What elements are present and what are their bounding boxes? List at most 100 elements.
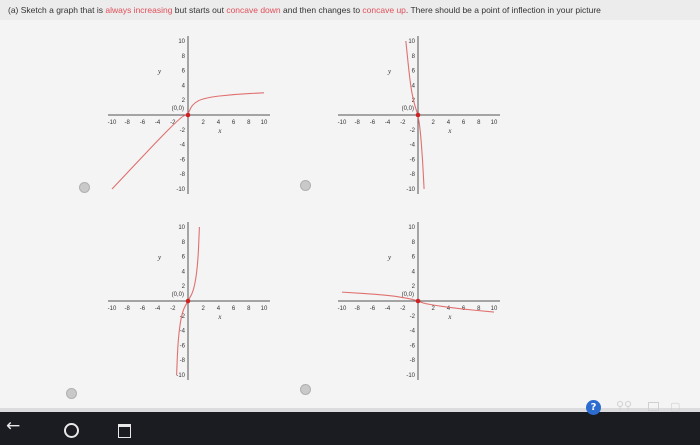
y-tick-label: 8 <box>182 240 186 246</box>
people-icon[interactable]: ⚲⚲ <box>616 399 632 412</box>
x-tick-label: 4 <box>217 306 221 312</box>
y-axis-label: y <box>157 254 162 262</box>
x-tick-label: 10 <box>491 306 498 312</box>
radio-option-a[interactable] <box>79 182 90 193</box>
taskbar: ← ? ⚲⚲ ▢ <box>0 399 700 445</box>
battery-icon: ▢ <box>670 400 681 413</box>
y-tick-label: 8 <box>412 240 416 246</box>
origin-label: (0,0) <box>402 106 414 112</box>
prompt-always-increasing: always increasing <box>105 5 173 15</box>
x-tick-label: -10 <box>108 306 117 312</box>
y-axis-label: y <box>387 68 392 76</box>
radio-option-d[interactable] <box>300 384 311 395</box>
origin-label: (0,0) <box>402 292 414 298</box>
x-tick-label: 8 <box>247 306 251 312</box>
x-tick-label: 10 <box>491 120 498 126</box>
y-tick-label: -6 <box>180 343 186 349</box>
x-tick-label: -2 <box>170 306 176 312</box>
origin-label: (0,0) <box>172 292 184 298</box>
x-tick-label: -2 <box>400 306 406 312</box>
x-tick-label: -6 <box>140 306 146 312</box>
y-tick-label: -6 <box>410 157 416 163</box>
y-tick-label: -10 <box>406 187 415 193</box>
x-tick-label: 6 <box>462 120 466 126</box>
y-tick-label: -8 <box>410 358 416 364</box>
coordinate-plane: -10 -8 -6 -4 -2 2 4 6 8 10108642-2-4-6-8-10yx(0,0… <box>108 36 270 194</box>
prompt-text-3: and then changes to <box>280 5 363 15</box>
y-tick-label: 2 <box>182 98 186 104</box>
prompt-concave-up: concave up <box>362 5 406 15</box>
x-tick-label: -6 <box>140 120 146 126</box>
prompt-concave-down: concave down <box>226 5 281 15</box>
x-tick-label: 2 <box>202 120 206 126</box>
x-axis-label: x <box>447 127 452 135</box>
x-tick-label: -2 <box>400 120 406 126</box>
answer-area: -10 -8 -6 -4 -2 2 4 6 8 10 10 8 6 4 2 -2 -4 -6 -8 -10 y x (0,0… <box>0 20 700 408</box>
x-tick-label: 10 <box>261 306 268 312</box>
x-tick-label: -4 <box>385 306 391 312</box>
cortana-ring-icon[interactable] <box>64 423 79 438</box>
y-tick-label: 6 <box>182 255 186 261</box>
x-tick-label: -8 <box>125 120 131 126</box>
help-icon[interactable]: ? <box>586 400 601 415</box>
notification-icon[interactable] <box>648 402 659 411</box>
question-prompt: (a) Sketch a graph that is always increa… <box>0 0 700 20</box>
y-tick-label: -10 <box>406 373 415 379</box>
back-arrow-icon[interactable]: ← <box>6 416 20 436</box>
y-tick-label: -6 <box>410 343 416 349</box>
x-tick-label: -4 <box>385 120 391 126</box>
coordinate-plane: -10 -8 -6 -4 -2 2 4 6 8 10108642-2-4-6-8-10yx(0,0… <box>338 222 500 380</box>
y-tick-label: 6 <box>182 69 186 75</box>
x-tick-label: 2 <box>432 306 436 312</box>
y-tick-label: -2 <box>410 128 416 134</box>
x-tick-label: 10 <box>261 120 268 126</box>
prompt-text-4: . There should be a point of inflection … <box>405 5 601 15</box>
y-tick-label: 10 <box>408 39 415 45</box>
x-tick-label: -6 <box>370 306 376 312</box>
coordinate-plane: -10 -8 -6 -4 -2 2 4 6 8 10108642-2-4-6-8-10yx(0,0… <box>108 222 270 380</box>
x-tick-label: -4 <box>155 306 161 312</box>
prompt-text-2: but starts out <box>172 5 227 15</box>
inflection-point <box>415 112 421 118</box>
inflection-point <box>185 112 191 118</box>
y-tick-label: -4 <box>410 329 416 335</box>
y-tick-label: 8 <box>182 54 186 60</box>
inflection-point <box>415 298 421 304</box>
task-view-icon[interactable] <box>118 424 131 438</box>
radio-option-c[interactable] <box>66 388 77 399</box>
y-tick-label: 2 <box>412 284 416 290</box>
x-tick-label: -8 <box>125 306 131 312</box>
y-tick-label: -8 <box>180 358 186 364</box>
x-tick-label: -8 <box>355 306 361 312</box>
x-tick-label: 8 <box>247 120 251 126</box>
y-tick-label: 4 <box>412 83 416 89</box>
y-tick-label: -8 <box>410 172 416 178</box>
graph-option-c: -10 -8 -6 -4 -2 2 4 6 8 10 10 8 6 4 2 -2 -4 -6 -8 -10 y x (0,0… <box>80 216 270 381</box>
x-axis-label: x <box>447 313 452 321</box>
graph-option-d: -10 -8 -6 -4 -2 2 4 6 8 10 10 8 6 4 2 -2 -4 -6 -8 -10 y x (0,0… <box>310 216 500 381</box>
y-tick-label: -4 <box>180 329 186 335</box>
y-tick-label: -8 <box>180 172 186 178</box>
graph-option-b: -10 -8 -6 -4 -2 2 4 6 8 10 10 8 6 4 2 -2 -4 -6 -8 -10 y x (0,0… <box>310 30 500 195</box>
x-tick-label: -6 <box>370 120 376 126</box>
x-tick-label: 2 <box>432 120 436 126</box>
inflection-point <box>185 298 191 304</box>
y-tick-label: 6 <box>412 255 416 261</box>
y-tick-label: -4 <box>410 143 416 149</box>
y-tick-label: -2 <box>180 128 186 134</box>
x-tick-label: -10 <box>108 120 117 126</box>
x-axis-label: x <box>217 313 222 321</box>
y-axis-label: y <box>387 254 392 262</box>
y-tick-label: -6 <box>180 157 186 163</box>
x-tick-label: 4 <box>447 120 451 126</box>
graph-option-a: -10 -8 -6 -4 -2 2 4 6 8 10 10 8 6 4 2 -2 -4 -6 -8 -10 y x (0,0… <box>80 30 270 195</box>
radio-option-b[interactable] <box>300 180 311 191</box>
y-tick-label: 4 <box>182 269 186 275</box>
x-tick-label: 8 <box>477 120 481 126</box>
x-tick-label: -8 <box>355 120 361 126</box>
y-tick-label: -10 <box>176 373 185 379</box>
x-tick-label: 4 <box>217 120 221 126</box>
y-tick-label: -4 <box>180 143 186 149</box>
x-tick-label: 6 <box>232 120 236 126</box>
part-label: (a) <box>8 5 19 15</box>
